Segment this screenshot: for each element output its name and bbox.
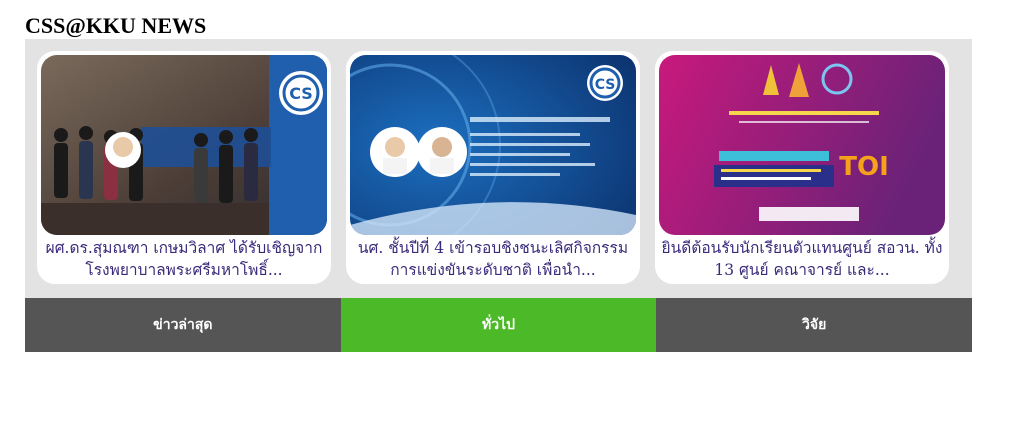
tab-general[interactable]: ทั่วไป — [340, 298, 657, 352]
news-thumbnail-students[interactable]: CS — [350, 55, 636, 235]
news-caption[interactable]: นศ. ชั้นปีที่ 4 เข้ารอบชิงชนะเลิศกิจกรรม… — [348, 237, 638, 281]
news-carousel: CS ผศ.ดร.สุมณฑา เกษมวิลาศ ได้รับเชิญจากโ… — [25, 39, 972, 298]
cs-logo-icon: CS — [289, 84, 313, 103]
cs-logo-icon: CS — [595, 77, 616, 93]
tab-research[interactable]: วิจัย — [656, 298, 973, 352]
tab-latest-news[interactable]: ข่าวล่าสุด — [25, 298, 341, 352]
news-card[interactable]: TOI ยินดีต้อนรับนักเรียนตัวแทนศูนย์ สอวน… — [655, 51, 949, 284]
news-thumbnail-group-photo[interactable]: CS — [41, 55, 327, 235]
page-title: CSS@KKU NEWS — [25, 13, 207, 38]
news-caption[interactable]: ผศ.ดร.สุมณฑา เกษมวิลาศ ได้รับเชิญจากโรงพ… — [39, 237, 329, 281]
news-category-tabs: ข่าวล่าสุด ทั่วไป วิจัย — [25, 298, 973, 352]
news-card[interactable]: CS ผศ.ดร.สุมณฑา เกษมวิลาศ ได้รับเชิญจากโ… — [37, 51, 331, 284]
toi-logo-icon: TOI — [839, 152, 889, 182]
news-card[interactable]: CS นศ. ชั้นปีที่ 4 เข้ารอบชิงชนะเลิศกิจก… — [346, 51, 640, 284]
news-thumbnail-olympiad-banner[interactable]: TOI — [659, 55, 945, 235]
news-caption[interactable]: ยินดีต้อนรับนักเรียนตัวแทนศูนย์ สอวน. ทั… — [657, 237, 947, 281]
